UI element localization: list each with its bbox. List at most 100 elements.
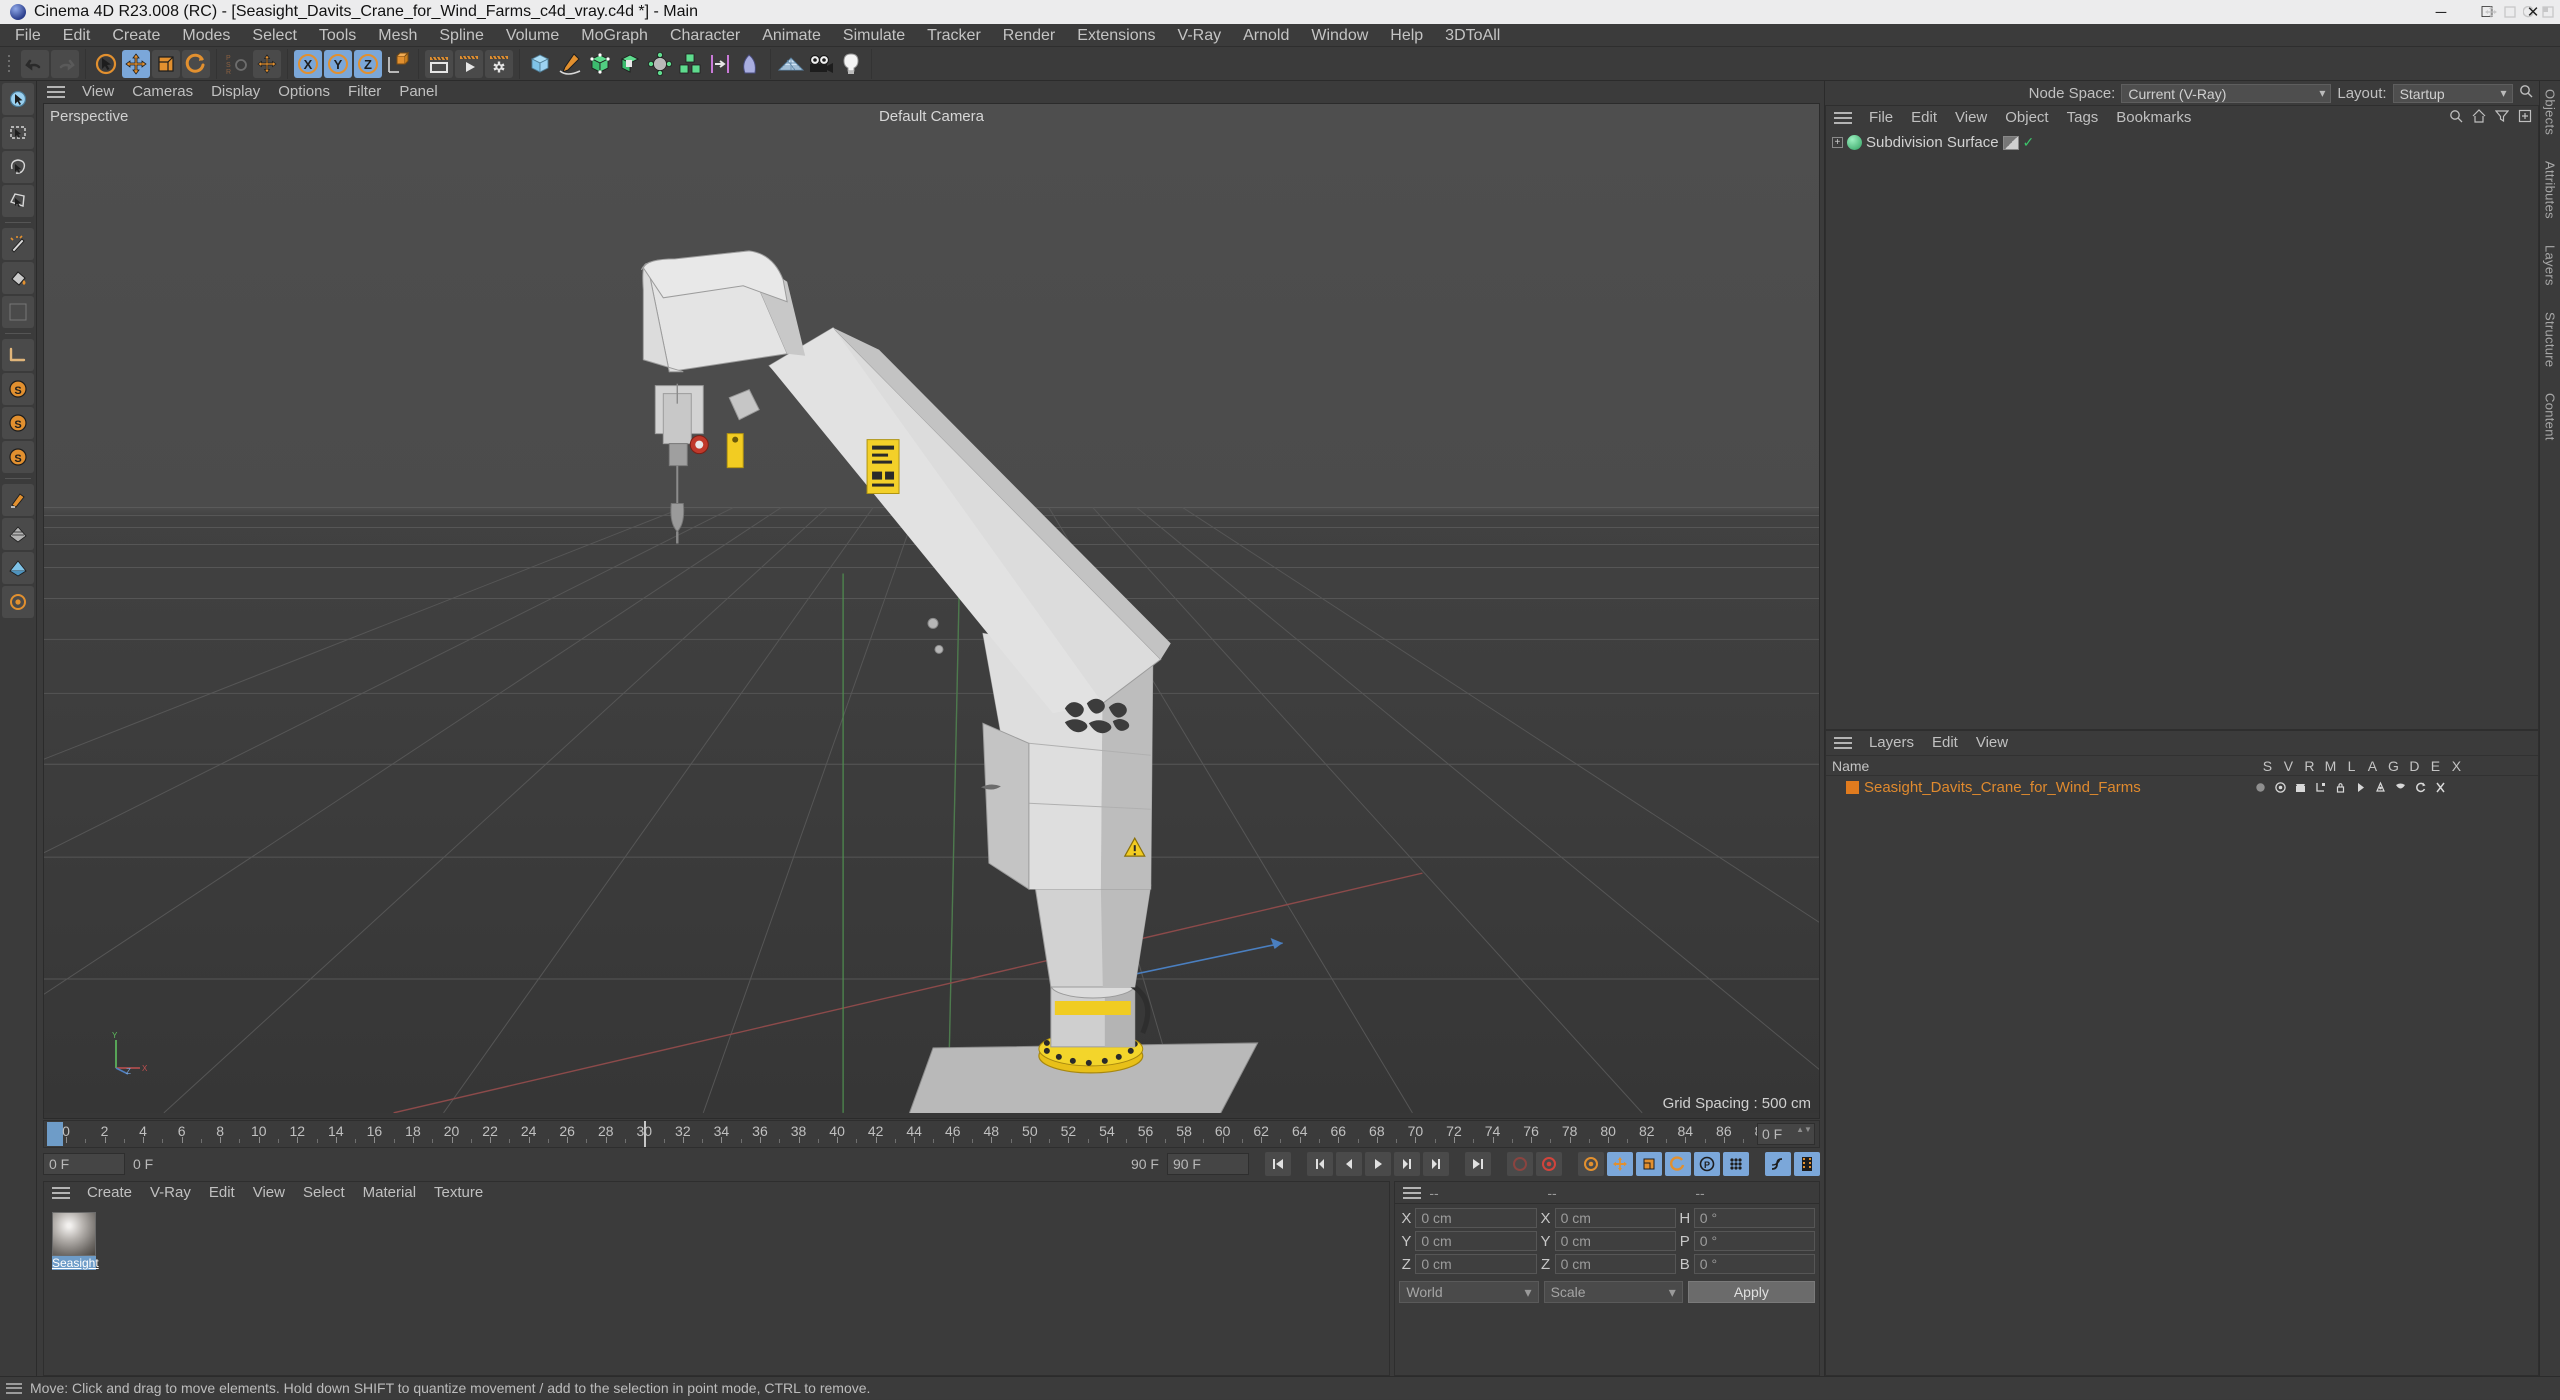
- viewport-menu-view[interactable]: View: [73, 81, 123, 103]
- viewport-move-icon[interactable]: [2485, 3, 2497, 18]
- manager-icon[interactable]: [2313, 779, 2329, 795]
- workplane-icon[interactable]: [1, 339, 34, 371]
- spinner-icon[interactable]: ▲▼: [1796, 1126, 1812, 1134]
- soft-selection-icon[interactable]: S: [1, 373, 34, 405]
- viewport-menu-cameras[interactable]: Cameras: [123, 81, 202, 103]
- viewport-maximize-icon[interactable]: [2542, 3, 2554, 18]
- material-menu-burger-icon[interactable]: [51, 1187, 70, 1199]
- home-icon[interactable]: [2472, 108, 2486, 128]
- material-menu-vray[interactable]: V-Ray: [141, 1182, 200, 1204]
- object-row[interactable]: + Subdivision Surface ✓: [1826, 132, 2538, 153]
- coord-input-size-y[interactable]: 0 cm: [1554, 1231, 1676, 1251]
- subdivision-surface-icon[interactable]: [1846, 135, 1862, 150]
- scale-key-icon[interactable]: [1635, 1152, 1662, 1176]
- menu-item-arnold[interactable]: Arnold: [1232, 24, 1300, 47]
- minimize-button[interactable]: ─: [2418, 0, 2464, 24]
- scale-icon[interactable]: [152, 49, 180, 78]
- rotation-key-icon[interactable]: [1664, 1152, 1691, 1176]
- rail-label-objects[interactable]: Objects: [2542, 89, 2557, 135]
- viewport-menu-burger-icon[interactable]: [46, 86, 65, 98]
- object-menu-burger-icon[interactable]: [1833, 112, 1852, 124]
- menu-item-mograph[interactable]: MoGraph: [570, 24, 659, 47]
- expressions-icon[interactable]: [2413, 779, 2429, 795]
- lock-z-axis-icon[interactable]: Z: [354, 49, 382, 78]
- timeline-frame-field[interactable]: 0 F ▲▼: [1756, 1123, 1815, 1145]
- material-menu-select[interactable]: Select: [294, 1182, 354, 1204]
- undo-icon[interactable]: [21, 49, 49, 78]
- menu-item-render[interactable]: Render: [992, 24, 1066, 47]
- camera-icon[interactable]: [807, 50, 835, 78]
- subdivision-surface-icon[interactable]: [586, 50, 614, 78]
- deformer-icon[interactable]: [1, 586, 34, 618]
- object-menu-file[interactable]: File: [1860, 106, 1902, 130]
- position-key-icon[interactable]: [1606, 1152, 1633, 1176]
- light-icon[interactable]: [837, 50, 865, 78]
- menu-item-volume[interactable]: Volume: [495, 24, 570, 47]
- coordinates-menu-burger-icon[interactable]: [1403, 1186, 1422, 1199]
- object-name[interactable]: Subdivision Surface: [1866, 134, 1999, 151]
- keyframe-selection-icon[interactable]: [1577, 1152, 1604, 1176]
- deformers-icon[interactable]: [2393, 779, 2409, 795]
- step-forward-icon[interactable]: [1393, 1152, 1420, 1176]
- render-view-icon[interactable]: [425, 49, 453, 78]
- menu-item-3dtoall[interactable]: 3DToAll: [1434, 24, 1511, 47]
- coordinate-system-select[interactable]: World: [1399, 1281, 1539, 1303]
- go-to-start-icon[interactable]: [1264, 1152, 1291, 1176]
- animation-mode-icon[interactable]: [1764, 1152, 1791, 1176]
- layers-menu-view[interactable]: View: [1967, 731, 2017, 755]
- layers-menu-burger-icon[interactable]: [1833, 737, 1852, 749]
- viewport-menu-panel[interactable]: Panel: [390, 81, 446, 103]
- object-menu-bookmarks[interactable]: Bookmarks: [2107, 106, 2200, 130]
- measure-construct-icon[interactable]: [1, 296, 34, 328]
- go-to-previous-keyframe-icon[interactable]: [1306, 1152, 1333, 1176]
- fullscreen-icon[interactable]: [2518, 108, 2532, 128]
- coord-input-size-x[interactable]: 0 cm: [1554, 1208, 1676, 1228]
- render-picture-viewer-icon[interactable]: [455, 49, 483, 78]
- snap-settings-icon[interactable]: S: [1, 407, 34, 439]
- polygon-selection-icon[interactable]: [1, 185, 34, 217]
- object-tree[interactable]: + Subdivision Surface ✓: [1825, 130, 2538, 729]
- play-icon[interactable]: [1364, 1152, 1391, 1176]
- menu-item-file[interactable]: File: [4, 24, 52, 47]
- rail-label-content[interactable]: Content: [2542, 393, 2557, 441]
- layers-menu-edit[interactable]: Edit: [1923, 731, 1967, 755]
- coord-input-rot-p[interactable]: 0 °: [1693, 1231, 1815, 1251]
- rotate-icon[interactable]: [182, 49, 210, 78]
- modeling-axis-icon[interactable]: [1, 552, 34, 584]
- perspective-viewport[interactable]: Perspective Default Camera Grid Spacing …: [42, 103, 1820, 1119]
- render-settings-icon[interactable]: [485, 49, 513, 78]
- viewport-menu-display[interactable]: Display: [202, 81, 269, 103]
- material-preview-thumbnail[interactable]: [51, 1212, 96, 1256]
- object-tag-icon[interactable]: [2002, 135, 2019, 150]
- coord-input-pos-y[interactable]: 0 cm: [1415, 1231, 1537, 1251]
- menu-item-modes[interactable]: Modes: [171, 24, 241, 47]
- menu-item-tools[interactable]: Tools: [308, 24, 367, 47]
- object-menu-edit[interactable]: Edit: [1902, 106, 1946, 130]
- menu-item-mesh[interactable]: Mesh: [367, 24, 428, 47]
- menu-item-help[interactable]: Help: [1379, 24, 1434, 47]
- timeline-ruler[interactable]: 0246810121416182022242628303234363840424…: [42, 1120, 1820, 1148]
- spline-pen-icon[interactable]: [556, 50, 584, 78]
- material-item[interactable]: Seasight: [51, 1212, 99, 1270]
- cloner-icon[interactable]: [676, 50, 704, 78]
- solo-icon[interactable]: [2253, 779, 2269, 795]
- timeline-playhead[interactable]: [644, 1121, 647, 1147]
- view-icon[interactable]: [2273, 779, 2289, 795]
- object-menu-object[interactable]: Object: [1996, 106, 2057, 130]
- filter-icon[interactable]: [2494, 108, 2509, 128]
- viewport-menu-filter[interactable]: Filter: [339, 81, 390, 103]
- material-menu-view[interactable]: View: [244, 1182, 294, 1204]
- viewport-menu-options[interactable]: Options: [269, 81, 339, 103]
- visibility-check-icon[interactable]: ✓: [2023, 134, 2035, 151]
- quantize-icon[interactable]: S: [1, 441, 34, 473]
- move-icon[interactable]: [122, 49, 150, 78]
- layers-menu-layers[interactable]: Layers: [1860, 731, 1923, 755]
- current-frame-field[interactable]: 0 F: [42, 1153, 125, 1175]
- timeline-mode-icon[interactable]: [1793, 1152, 1820, 1176]
- point-level-animation-icon[interactable]: [1722, 1152, 1749, 1176]
- coord-input-pos-z[interactable]: 0 cm: [1415, 1254, 1537, 1274]
- apply-button[interactable]: Apply: [1687, 1281, 1815, 1303]
- menu-item-animate[interactable]: Animate: [751, 24, 832, 47]
- redo-icon[interactable]: [51, 49, 79, 78]
- menu-item-character[interactable]: Character: [659, 24, 751, 47]
